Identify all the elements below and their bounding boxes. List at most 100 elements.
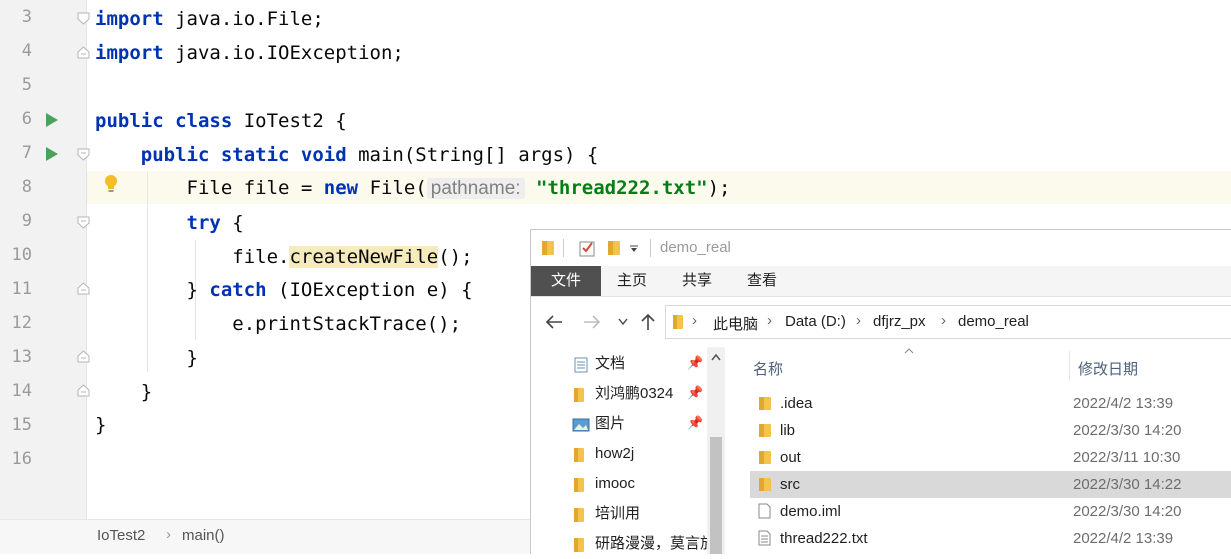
address-separator[interactable]: › — [692, 312, 697, 329]
line-number: 10 — [11, 245, 32, 265]
line-number: 13 — [11, 347, 32, 367]
tab-file[interactable]: 文件 — [531, 266, 601, 296]
forward-arrow-icon[interactable] — [583, 315, 601, 329]
line-number: 4 — [21, 41, 32, 61]
file-row[interactable]: thread222.txt 2022/4/2 13:39 — [750, 525, 1231, 552]
pin-icon[interactable]: 📌 — [687, 385, 703, 401]
tab-home[interactable]: 主页 — [611, 266, 653, 296]
method-call: createNewFile — [289, 246, 439, 268]
fold-end-icon[interactable] — [77, 46, 90, 59]
code-text: (); — [438, 246, 473, 268]
file-name: .idea — [780, 395, 813, 412]
file-row-selected[interactable]: src 2022/3/30 14:22 — [750, 471, 1231, 498]
code-text: } — [186, 347, 198, 369]
code-line[interactable]: public static void main(String[] args) { — [95, 143, 599, 167]
folder-icon — [574, 538, 584, 552]
code-line[interactable]: import java.io.IOException; — [95, 41, 404, 65]
file-row[interactable]: demo.iml 2022/3/30 14:20 — [750, 498, 1231, 525]
code-line[interactable]: } — [95, 380, 152, 404]
fold-marker-icon[interactable] — [77, 216, 90, 229]
file-row[interactable]: lib 2022/3/30 14:20 — [750, 417, 1231, 444]
pin-icon[interactable]: 📌 — [687, 355, 703, 371]
tab-share[interactable]: 共享 — [676, 266, 718, 296]
file-row[interactable]: .idea 2022/4/2 13:39 — [750, 390, 1231, 417]
address-drive[interactable]: Data (D:) — [785, 313, 846, 330]
code-line[interactable]: } — [95, 346, 198, 370]
code-text: IoTest2 { — [232, 110, 347, 132]
code-text: main(String[] args) { — [346, 144, 599, 166]
folder-icon — [574, 508, 584, 522]
code-line[interactable]: public class IoTest2 { — [95, 109, 347, 133]
navigation-pane: 文档 📌 刘鸿鹏0324 📌 图片 📌 how2j imooc 培训用 研路漫漫… — [531, 347, 726, 554]
back-arrow-icon[interactable] — [545, 315, 563, 329]
code-text: } — [140, 381, 153, 403]
fold-end-icon[interactable] — [77, 350, 90, 363]
run-class-icon[interactable] — [46, 113, 58, 127]
folder-icon — [574, 448, 584, 462]
new-folder-icon[interactable] — [607, 240, 621, 256]
tab-view[interactable]: 查看 — [741, 266, 783, 296]
folder-icon — [759, 424, 771, 437]
recent-locations-icon[interactable] — [618, 318, 628, 326]
file-icon — [758, 503, 771, 519]
file-row[interactable]: out 2022/3/11 10:30 — [750, 444, 1231, 471]
line-number: 7 — [21, 143, 32, 163]
address-separator[interactable]: › — [767, 312, 772, 329]
code-line[interactable]: try { — [95, 211, 244, 235]
nav-item-folder[interactable]: 研路漫漫，莫言放 — [595, 529, 707, 559]
line-number: 11 — [11, 279, 32, 299]
address-separator[interactable]: › — [941, 312, 946, 329]
documents-icon — [574, 357, 588, 373]
code-line[interactable]: } catch (IOException e) { — [95, 278, 473, 302]
keyword: public class — [95, 110, 233, 132]
nav-scrollbar[interactable] — [707, 347, 725, 554]
scrollbar-thumb[interactable] — [710, 437, 722, 554]
address-bar[interactable]: › 此电脑 › Data (D:) › dfjrz_px › demo_real — [665, 305, 1231, 339]
nav-item-documents[interactable]: 文档 — [595, 349, 625, 379]
nav-item-folder[interactable]: 培训用 — [595, 499, 640, 529]
breadcrumb-method[interactable]: main() — [182, 527, 225, 544]
code-line[interactable]: file.createNewFile(); — [95, 245, 473, 269]
file-date: 2022/3/30 14:20 — [1073, 422, 1182, 439]
address-pc[interactable]: 此电脑 — [713, 313, 758, 334]
column-header-date[interactable]: 修改日期 — [1078, 358, 1138, 379]
fold-end-icon[interactable] — [77, 384, 90, 397]
code-line[interactable]: File file = new File(pathname: "thread22… — [95, 176, 731, 201]
code-line[interactable]: } — [95, 413, 106, 437]
breadcrumb-separator: › — [166, 526, 171, 543]
customize-dropdown-icon[interactable] — [629, 245, 639, 253]
line-number: 16 — [11, 449, 32, 469]
pin-icon[interactable]: 📌 — [687, 415, 703, 431]
file-list: 名称 修改日期 .idea 2022/4/2 13:39 lib 2022/3/… — [726, 347, 1231, 554]
line-number: 14 — [11, 381, 32, 401]
address-separator[interactable]: › — [856, 312, 861, 329]
file-date: 2022/4/2 13:39 — [1073, 395, 1174, 412]
address-folder[interactable]: demo_real — [958, 313, 1029, 330]
up-arrow-icon[interactable] — [641, 313, 655, 331]
line-number: 12 — [11, 313, 32, 333]
nav-item-folder[interactable]: how2j — [595, 439, 634, 469]
column-header-name[interactable]: 名称 — [753, 358, 783, 379]
run-main-icon[interactable] — [46, 147, 58, 161]
nav-item-pictures[interactable]: 图片 — [595, 409, 625, 439]
address-folder[interactable]: dfjrz_px — [873, 313, 926, 330]
nav-item-folder[interactable]: 刘鸿鹏0324 — [595, 379, 673, 409]
scroll-up-icon[interactable] — [711, 353, 721, 361]
fold-marker-icon[interactable] — [77, 148, 90, 161]
breadcrumb-class[interactable]: IoTest2 — [97, 527, 145, 544]
column-divider — [1069, 351, 1070, 381]
fold-end-icon[interactable] — [77, 282, 90, 295]
code-line[interactable]: e.printStackTrace(); — [95, 312, 461, 336]
code-line[interactable]: import java.io.File; — [95, 7, 324, 31]
properties-icon[interactable] — [579, 239, 595, 257]
code-text: (IOException e) { — [266, 279, 473, 301]
keyword: catch — [209, 279, 267, 301]
code-text: } — [95, 414, 107, 436]
fold-marker-icon[interactable] — [77, 12, 90, 25]
code-text: java.io.IOException; — [163, 42, 404, 64]
nav-item-folder[interactable]: imooc — [595, 469, 635, 499]
